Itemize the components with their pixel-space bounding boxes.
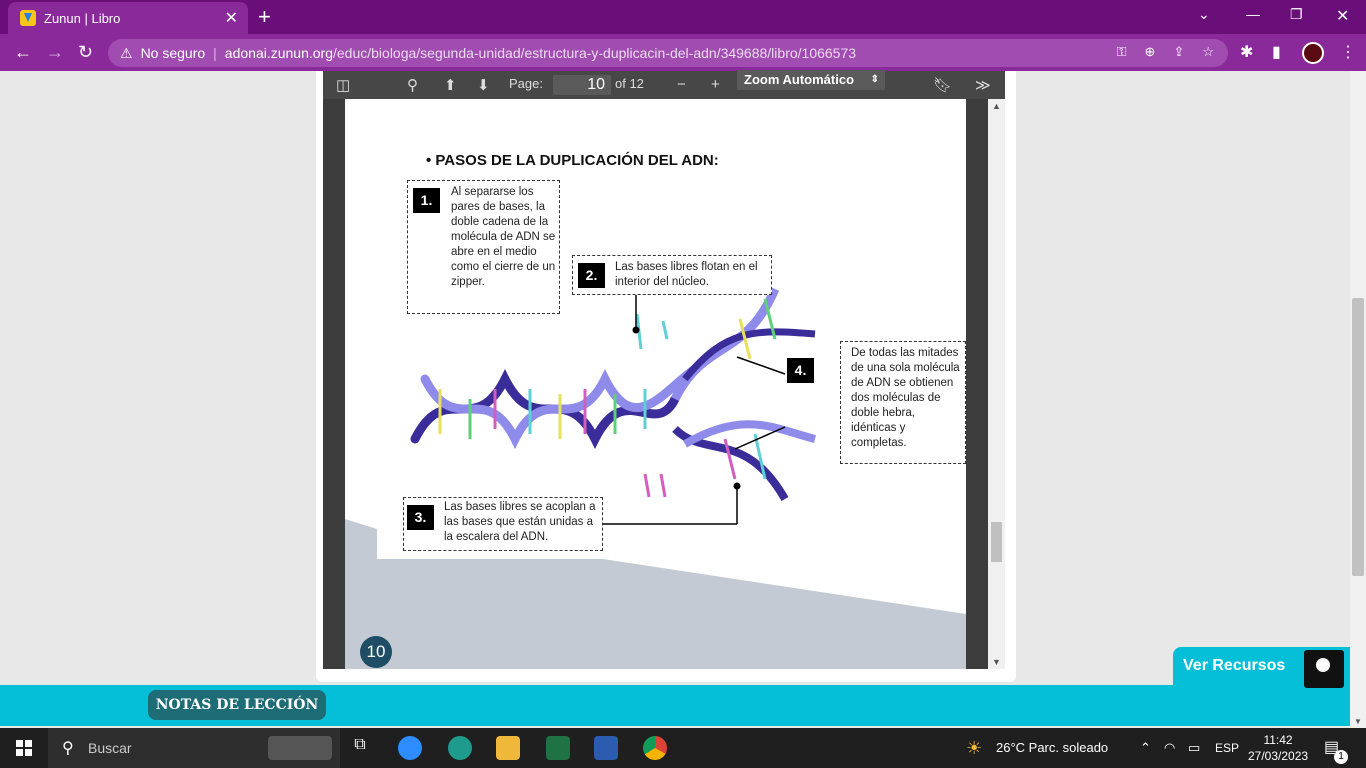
previous-page-icon[interactable]: ⬆ [444, 76, 457, 94]
step-1-box: 1. Al separarse los pares de bases, la d… [407, 180, 560, 314]
step-4-text: De todas las mitades de una sola molécul… [851, 347, 960, 449]
step-1-text: Al separarse los pares de bases, la dobl… [451, 186, 556, 288]
sidebar-toggle-icon[interactable]: ◫ [336, 76, 350, 94]
zoom-icon[interactable]: ⊕ [1145, 44, 1156, 60]
weather-icon: ☀ [966, 738, 983, 758]
warning-icon: ⚠ [120, 44, 133, 61]
reload-icon[interactable]: ↻ [78, 42, 93, 63]
page-number-badge: 10 [360, 636, 392, 668]
city-widget-icon[interactable] [268, 736, 332, 760]
zoom-value: Zoom Automático [744, 72, 855, 87]
chrome-app-icon[interactable] [643, 736, 667, 760]
next-page-icon[interactable]: ⬇ [477, 76, 490, 94]
clock[interactable]: 11:42 27/03/2023 [1248, 732, 1308, 764]
section-title: • PASOS DE LA DUPLICACIÓN DEL ADN: [426, 152, 719, 169]
tab-title: Zunun | Libro [44, 10, 121, 26]
restore-icon[interactable]: ❐ [1290, 6, 1303, 23]
zoom-select[interactable]: Zoom Automático ⇕ [737, 70, 885, 90]
find-icon[interactable]: ⚲ [407, 76, 418, 94]
security-label: No seguro [140, 45, 206, 61]
minimize-icon[interactable]: — [1246, 6, 1260, 22]
tools-more-icon[interactable]: ≫ [975, 76, 991, 94]
task-view-icon[interactable]: ⧉ [348, 736, 372, 760]
scroll-up-icon[interactable]: ▲ [992, 101, 1001, 111]
tray-chevron-icon[interactable]: ⌃ [1140, 728, 1151, 768]
window-close-icon[interactable]: ✕ [1336, 6, 1349, 26]
windows-taskbar: Buscar ⚲ ⧉ ☀ 26°C Parc. soleado ⌃ ◠ ▭ ES… [0, 728, 1366, 768]
notification-count: 1 [1334, 750, 1348, 764]
clock-time: 11:42 [1263, 733, 1293, 747]
step-3-text: Las bases libres se acoplan a las bases … [444, 501, 596, 543]
taskbar-search-label: Buscar [88, 740, 132, 756]
tab-zunun-libro[interactable]: Zunun | Libro ✕ [8, 2, 248, 34]
address-bar: ← → ↻ ⚠ No seguro | adonai.zunun.org /ed… [0, 34, 1366, 71]
omnibox-divider: | [213, 45, 217, 61]
zunun-favicon-icon [20, 10, 36, 26]
back-icon[interactable]: ← [14, 42, 32, 63]
zoom-out-icon[interactable]: − [677, 76, 686, 93]
bookmark-icon[interactable]: 🔖︎ [933, 76, 952, 94]
network-icon[interactable]: ◠ [1164, 728, 1175, 768]
share-icon[interactable]: ⇪ [1173, 44, 1184, 60]
url-path: /educ/biologa/segunda-unidad/estructura-… [333, 45, 857, 61]
url-omnibox[interactable]: ⚠ No seguro | adonai.zunun.org /educ/bio… [108, 39, 1228, 67]
edge-app-icon[interactable] [448, 736, 472, 760]
excel-app-icon[interactable] [546, 736, 570, 760]
notas-de-leccion-button[interactable]: NOTAS DE LECCIÓN [148, 690, 326, 720]
forward-icon[interactable]: → [46, 42, 64, 63]
battery-icon[interactable]: ▭ [1188, 728, 1200, 768]
omnibox-actions: ⚿ ⊕ ⇪ ☆ [1117, 44, 1214, 60]
page-label: Page: [509, 76, 543, 91]
ver-recursos-label: Ver Recursos [1183, 657, 1286, 674]
bookmark-star-icon[interactable]: ☆ [1202, 44, 1214, 60]
file-explorer-icon[interactable] [496, 736, 520, 760]
tab-search-chevron-icon[interactable]: ⌄ [1198, 6, 1210, 23]
select-arrows-icon: ⇕ [870, 74, 879, 85]
side-panel-icon[interactable]: ▮ [1272, 42, 1281, 62]
browser-scroll-down-icon[interactable]: ▼ [1354, 717, 1362, 726]
scroll-down-icon[interactable]: ▼ [992, 657, 1001, 667]
pdf-scrollbar[interactable]: ▲ ▼ [988, 99, 1005, 669]
profile-avatar[interactable] [1302, 42, 1324, 64]
menu-icon[interactable]: ⋮ [1340, 42, 1356, 62]
tab-close-icon[interactable]: ✕ [225, 8, 238, 28]
step-2-text: Las bases libres flotan en el interior d… [615, 261, 758, 288]
clock-date: 27/03/2023 [1248, 749, 1309, 763]
search-icon: ⚲ [62, 740, 74, 757]
key-icon[interactable]: ⚿ [1117, 44, 1127, 60]
new-tab-icon[interactable]: + [258, 4, 271, 30]
page-total: of 12 [615, 76, 644, 91]
url-domain: adonai.zunun.org [224, 45, 333, 61]
zoom-in-icon[interactable]: + [711, 76, 720, 93]
step-4-number: 4. [787, 358, 814, 383]
browser-scroll-thumb[interactable] [1352, 298, 1364, 576]
zoom-app-icon[interactable] [398, 736, 422, 760]
windows-start-icon[interactable] [16, 740, 32, 756]
extensions-icon[interactable]: ✱ [1240, 42, 1253, 62]
tab-bar: Zunun | Libro ✕ + ⌄ — ❐ ✕ [0, 0, 1366, 34]
pdf-scroll-thumb[interactable] [991, 522, 1002, 562]
page-number-input[interactable]: 10 [553, 75, 611, 95]
step-2-box: 2. Las bases libres flotan en el interio… [572, 255, 772, 295]
step-1-number: 1. [413, 188, 440, 213]
weather-text[interactable]: 26°C Parc. soleado [996, 728, 1108, 768]
step-4-box: De todas las mitades de una sola molécul… [840, 341, 966, 464]
step-3-number: 3. [407, 505, 434, 530]
step-2-number: 2. [578, 263, 605, 288]
step-3-box: 3. Las bases libres se acoplan a las bas… [403, 497, 603, 551]
resources-user-icon[interactable] [1304, 650, 1344, 688]
pdf-toolbar: ◫ ⚲ ⬆ ⬇ Page: of 12 − + 🔖︎ ≫ [323, 71, 1005, 99]
word-app-icon[interactable] [594, 736, 618, 760]
language-indicator[interactable]: ESP [1215, 728, 1239, 768]
